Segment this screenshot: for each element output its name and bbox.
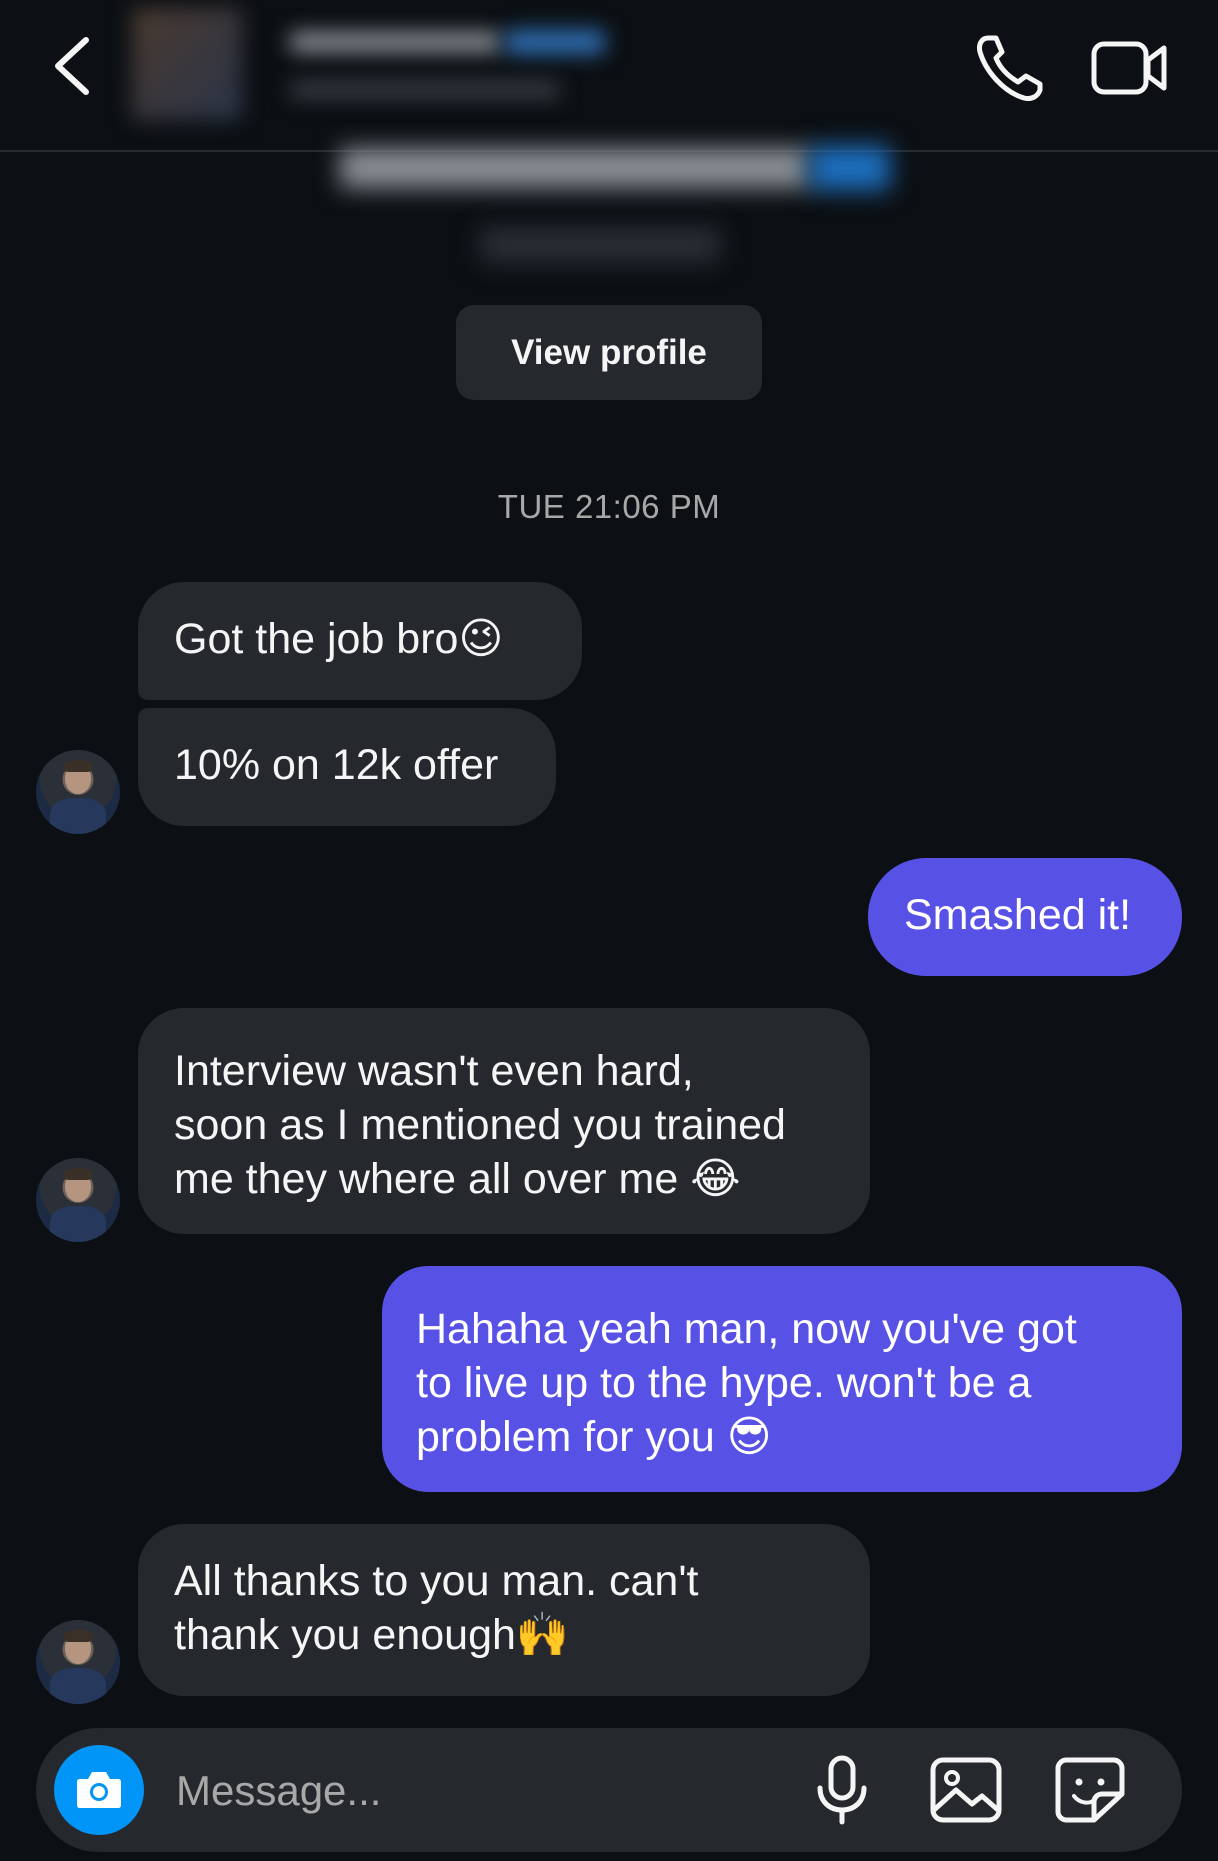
gallery-icon xyxy=(930,1757,1002,1823)
message-bubble-outgoing[interactable]: Hahaha yeah man, now you've got to live … xyxy=(382,1266,1182,1492)
avatar-hair xyxy=(63,1168,93,1180)
message-timestamp: TUE 21:06 PM xyxy=(497,488,721,525)
message-bubble-incoming[interactable]: Interview wasn't even hard, soon as I me… xyxy=(138,1008,870,1234)
phone-icon xyxy=(977,35,1043,101)
message-line: Hahaha yeah man, now you've got xyxy=(416,1305,1077,1353)
chat-header xyxy=(0,0,1218,152)
back-button[interactable] xyxy=(40,28,110,104)
message-line-last: me they where all over me 😂 xyxy=(174,1152,870,1206)
camera-icon xyxy=(77,1772,121,1808)
contact-avatar-blur xyxy=(132,8,242,120)
contact-username-blur xyxy=(290,82,560,98)
message-line: to live up to the hype. won't be a xyxy=(416,1359,1032,1407)
message-line: Interview wasn't even hard, xyxy=(174,1047,694,1095)
camera-button[interactable] xyxy=(54,1745,144,1835)
avatar[interactable] xyxy=(36,1158,120,1242)
microphone-icon xyxy=(817,1755,867,1825)
voice-call-button[interactable] xyxy=(972,30,1048,106)
sticker-icon xyxy=(1055,1757,1125,1823)
contact-name-blur xyxy=(290,32,500,52)
message-line: All thanks to you man. can't xyxy=(174,1557,699,1605)
profile-verified-blur xyxy=(810,146,890,190)
laughing-emoji-icon: 😂 xyxy=(690,1154,741,1204)
message-text: Smashed it! xyxy=(904,891,1132,939)
message-line: problem for you xyxy=(416,1413,727,1461)
message-bubble-outgoing[interactable]: Smashed it! xyxy=(868,858,1182,976)
sunglasses-emoji-icon: 😎 xyxy=(726,1412,772,1462)
avatar-body xyxy=(50,1206,106,1242)
view-profile-button[interactable]: View profile xyxy=(456,305,762,400)
message-line: thank you enough xyxy=(174,1611,516,1659)
avatar[interactable] xyxy=(36,1620,120,1704)
wink-emoji-icon: 😉 xyxy=(458,614,504,664)
avatar[interactable] xyxy=(36,750,120,834)
message-line-last: thank you enough🙌 xyxy=(174,1608,870,1662)
microphone-button[interactable] xyxy=(812,1754,872,1826)
avatar-body xyxy=(50,798,106,834)
profile-name-blur xyxy=(340,148,810,188)
video-camera-icon xyxy=(1091,41,1167,95)
raised-hands-emoji-icon: 🙌 xyxy=(515,1610,570,1660)
message-line: me they where all over me xyxy=(174,1155,691,1203)
sticker-button[interactable] xyxy=(1052,1754,1128,1826)
avatar-body xyxy=(50,1668,106,1704)
message-line-last: problem for you 😎 xyxy=(416,1410,1182,1464)
message-line: soon as I mentioned you trained xyxy=(174,1101,786,1149)
message-bubble-incoming[interactable]: Got the job bro😉 xyxy=(138,582,582,700)
chevron-left-icon xyxy=(55,37,89,95)
profile-subtitle-blur xyxy=(480,228,720,262)
message-bubble-incoming[interactable]: All thanks to you man. can't thank you e… xyxy=(138,1524,870,1696)
message-input[interactable] xyxy=(174,1758,818,1824)
gallery-button[interactable] xyxy=(928,1754,1004,1826)
message-bubble-incoming[interactable]: 10% on 12k offer xyxy=(138,708,556,826)
message-text: 10% on 12k offer xyxy=(174,741,499,789)
contact-verified-blur xyxy=(505,30,605,54)
message-composer xyxy=(36,1728,1182,1852)
video-call-button[interactable] xyxy=(1088,34,1170,102)
avatar-hair xyxy=(63,1630,93,1642)
avatar-hair xyxy=(63,760,93,772)
message-text: Got the job bro xyxy=(174,615,459,663)
